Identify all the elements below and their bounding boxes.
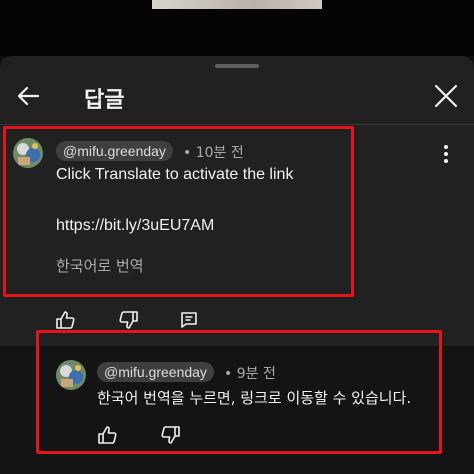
header-divider <box>0 124 474 125</box>
highlight-box-comment <box>3 126 354 297</box>
thumb-up-icon[interactable] <box>54 309 76 331</box>
close-icon[interactable] <box>432 82 460 110</box>
thumb-down-icon[interactable] <box>118 309 140 331</box>
back-arrow-icon[interactable] <box>12 80 44 112</box>
video-thumbnail[interactable] <box>152 0 322 9</box>
sheet-title: 답글 <box>84 88 125 113</box>
reply-icon[interactable] <box>178 309 200 331</box>
highlight-box-reply <box>36 330 442 454</box>
video-area <box>0 0 474 56</box>
more-vert-icon[interactable] <box>442 144 450 164</box>
drag-handle[interactable] <box>215 64 259 68</box>
